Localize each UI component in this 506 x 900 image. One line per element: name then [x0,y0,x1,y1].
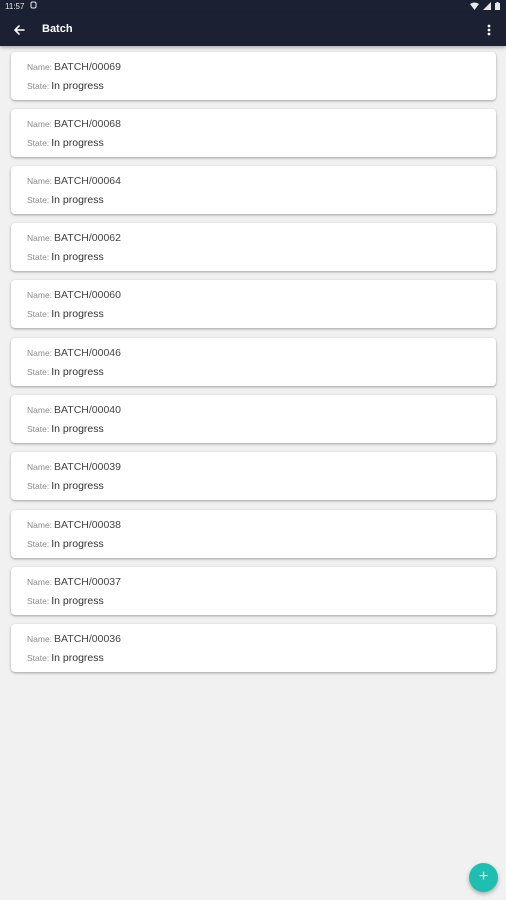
batch-name-row: Name: BATCH/00038 [27,519,121,531]
state-label: State: [27,653,50,663]
state-label: State: [27,367,50,377]
batch-card[interactable]: Name: BATCH/00046 State: In progress [11,338,496,386]
batch-name-row: Name: BATCH/00040 [27,404,121,416]
batch-card[interactable]: Name: BATCH/00040 State: In progress [11,395,496,443]
batch-state-row: State: In progress [27,652,104,664]
wifi-icon [470,2,479,10]
batch-state-row: State: In progress [27,538,104,550]
batch-state-row: State: In progress [27,194,104,206]
add-batch-button[interactable]: + [469,863,498,892]
batch-state: In progress [51,251,104,263]
state-label: State: [27,309,50,319]
batch-card[interactable]: Name: BATCH/00069 State: In progress [11,52,496,100]
batch-state-row: State: In progress [27,308,104,320]
batch-name: BATCH/00062 [54,232,121,244]
name-label: Name: [27,348,53,358]
name-label: Name: [27,634,53,644]
status-time: 11:57 [5,2,25,11]
batch-name-row: Name: BATCH/00037 [27,576,121,588]
batch-state: In progress [51,538,104,550]
batch-state-row: State: In progress [27,423,104,435]
batch-card[interactable]: Name: BATCH/00064 State: In progress [11,166,496,214]
batch-state: In progress [51,80,104,92]
batch-state: In progress [51,308,104,320]
state-label: State: [27,252,50,262]
plus-icon: + [478,868,489,885]
batch-name: BATCH/00068 [54,118,121,130]
app-bar: Batch [0,13,506,46]
batch-name: BATCH/00064 [54,175,121,187]
name-label: Name: [27,290,53,300]
batch-name-row: Name: BATCH/00062 [27,232,121,244]
batch-name: BATCH/00039 [54,461,121,473]
batch-name-row: Name: BATCH/00064 [27,175,121,187]
more-options-icon[interactable] [483,22,495,38]
name-label: Name: [27,119,53,129]
batch-name-row: Name: BATCH/00036 [27,633,121,645]
batch-card[interactable]: Name: BATCH/00068 State: In progress [11,109,496,157]
batch-state-row: State: In progress [27,480,104,492]
batch-state: In progress [51,595,104,607]
state-label: State: [27,424,50,434]
page-title: Batch [42,23,73,35]
batch-state-row: State: In progress [27,366,104,378]
name-label: Name: [27,462,53,472]
state-label: State: [27,138,50,148]
back-arrow-icon[interactable] [11,22,27,38]
name-label: Name: [27,62,53,72]
batch-card[interactable]: Name: BATCH/00039 State: In progress [11,452,496,500]
batch-state-row: State: In progress [27,80,104,92]
name-label: Name: [27,577,53,587]
state-label: State: [27,195,50,205]
batch-card[interactable]: Name: BATCH/00038 State: In progress [11,510,496,558]
batch-name-row: Name: BATCH/00060 [27,289,121,301]
signal-icon [483,2,491,10]
batch-state: In progress [51,480,104,492]
batch-card[interactable]: Name: BATCH/00036 State: In progress [11,624,496,672]
batch-name: BATCH/00040 [54,404,121,416]
batch-state-row: State: In progress [27,137,104,149]
state-label: State: [27,481,50,491]
batch-name: BATCH/00036 [54,633,121,645]
batch-name: BATCH/00060 [54,289,121,301]
batch-name-row: Name: BATCH/00068 [27,118,121,130]
batch-state-row: State: In progress [27,595,104,607]
batch-card[interactable]: Name: BATCH/00062 State: In progress [11,223,496,271]
batch-state: In progress [51,423,104,435]
batch-name: BATCH/00038 [54,519,121,531]
batch-card[interactable]: Name: BATCH/00060 State: In progress [11,280,496,328]
batch-state: In progress [51,194,104,206]
batch-card[interactable]: Name: BATCH/00037 State: In progress [11,567,496,615]
batch-name-row: Name: BATCH/00039 [27,461,121,473]
state-label: State: [27,596,50,606]
battery-icon [495,2,500,10]
batch-state: In progress [51,137,104,149]
name-label: Name: [27,233,53,243]
batch-name: BATCH/00046 [54,347,121,359]
batch-name-row: Name: BATCH/00046 [27,347,121,359]
batch-name: BATCH/00037 [54,576,121,588]
name-label: Name: [27,520,53,530]
notification-icon [30,1,37,9]
batch-state: In progress [51,652,104,664]
status-bar: 11:57 [0,0,506,13]
state-label: State: [27,81,50,91]
system-icons [470,2,500,10]
name-label: Name: [27,405,53,415]
batch-state-row: State: In progress [27,251,104,263]
state-label: State: [27,539,50,549]
batch-state: In progress [51,366,104,378]
batch-name-row: Name: BATCH/00069 [27,61,121,73]
name-label: Name: [27,176,53,186]
batch-name: BATCH/00069 [54,61,121,73]
